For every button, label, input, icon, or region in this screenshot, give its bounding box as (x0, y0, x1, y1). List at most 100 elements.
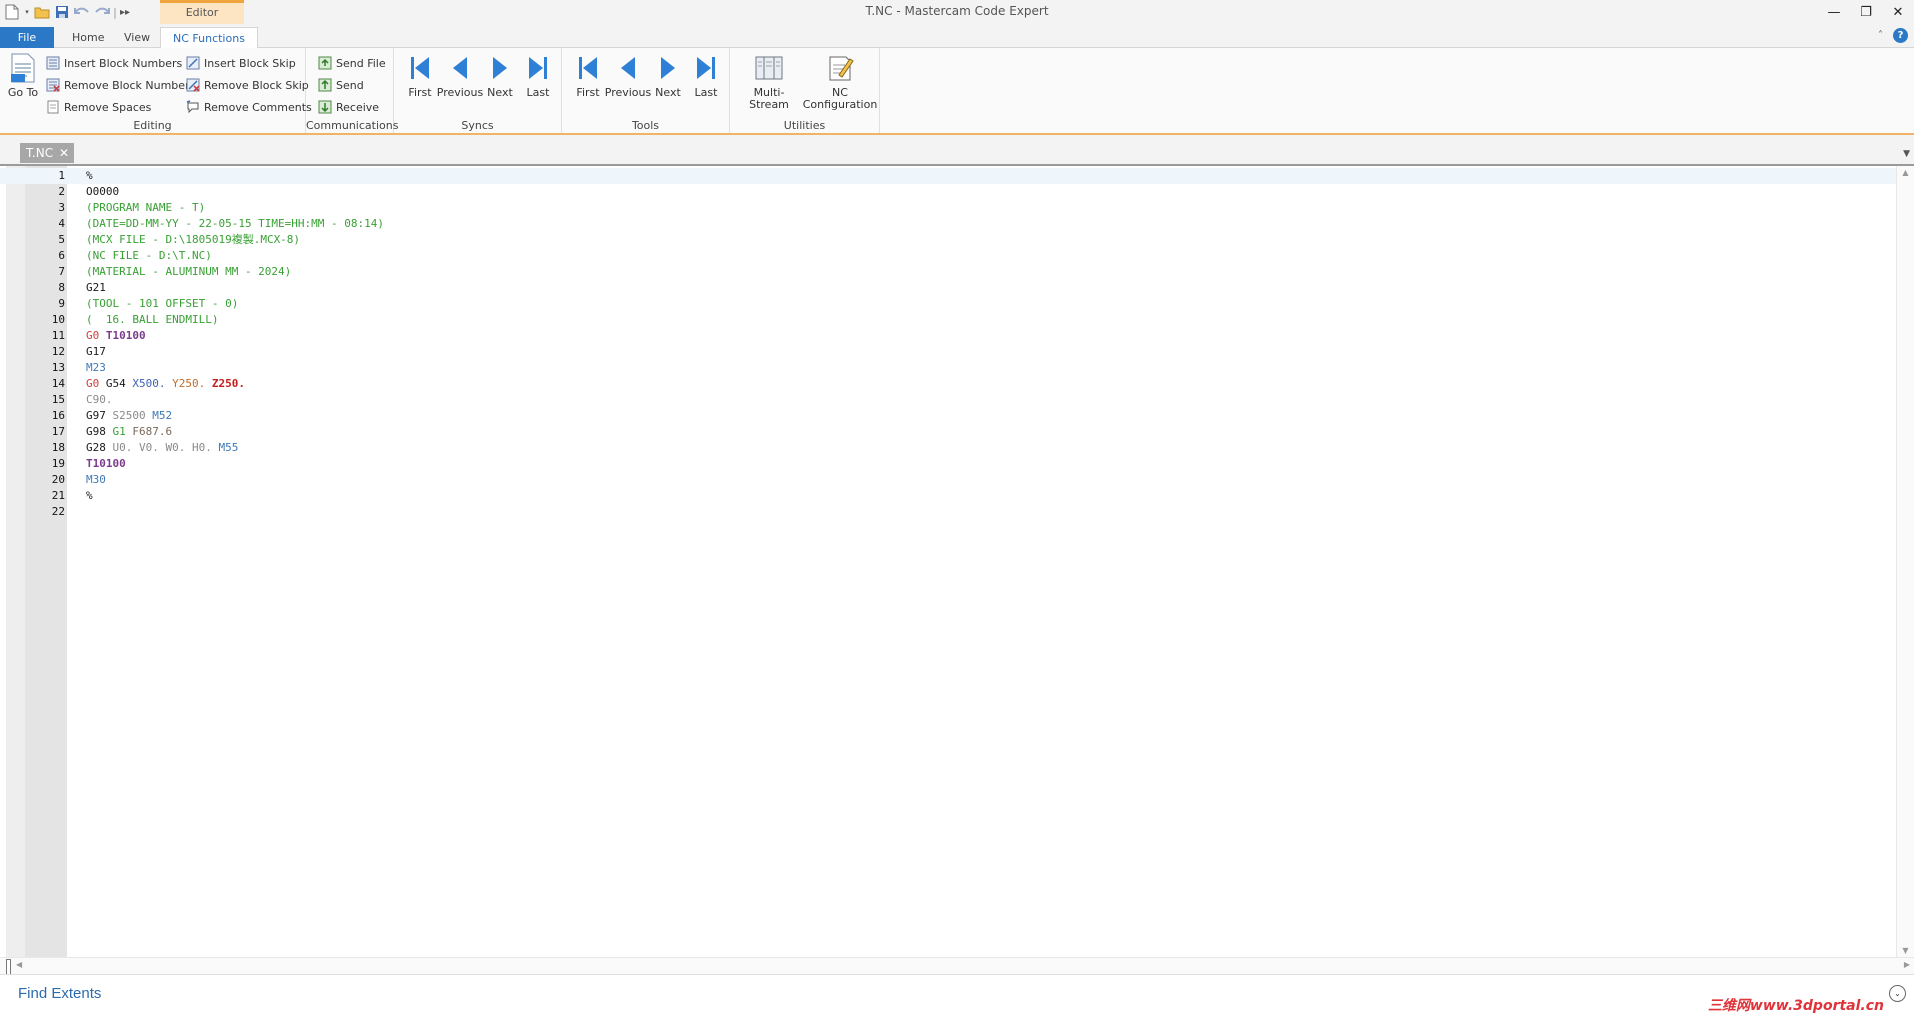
code-token: % (86, 169, 93, 182)
minimize-button[interactable]: — (1818, 0, 1850, 24)
line-number: 14 (51, 377, 65, 390)
tab-nc-functions[interactable]: NC Functions (160, 27, 258, 49)
code-token: M30 (86, 473, 106, 486)
code-line[interactable]: 9 (TOOL - 101 OFFSET - 0) (0, 296, 1897, 312)
multi-stream-icon (753, 52, 785, 84)
code-line[interactable]: 11 G0 T10100 (0, 328, 1897, 344)
syncs-next-button[interactable]: Next (482, 52, 518, 99)
code-line[interactable]: 5 (MCX FILE - D:\1805019複製.MCX-8) (0, 232, 1897, 248)
save-icon[interactable] (54, 4, 70, 20)
help-icon[interactable]: ? (1893, 28, 1908, 43)
remove-comments-button[interactable]: Remove Comments (186, 98, 312, 116)
dropdown-arrow-icon[interactable]: ▾ (24, 4, 30, 20)
line-number: 12 (51, 345, 65, 358)
send-button[interactable]: Send (318, 76, 364, 94)
syncs-last-label: Last (526, 86, 550, 99)
code-token: (NC FILE - D:\T.NC) (86, 249, 212, 262)
code-line[interactable]: 17 G98 G1 F687.6 (0, 424, 1897, 440)
line-code: G98 G1 F687.6 (86, 424, 172, 440)
line-code: G17 (86, 344, 106, 360)
receive-icon (318, 100, 332, 114)
line-number: 3 (58, 201, 65, 214)
window-controls: — ❐ ✕ (1818, 0, 1914, 24)
remove-spaces-button[interactable]: Remove Spaces (46, 98, 151, 116)
code-token: G98 (86, 425, 113, 438)
remove-block-numbers-icon (46, 78, 60, 92)
close-tab-icon[interactable]: ✕ (59, 143, 69, 163)
line-code: (PROGRAM NAME - T) (86, 200, 205, 216)
insert-block-numbers-button[interactable]: Insert Block Numbers (46, 54, 182, 72)
code-line[interactable]: 3 (PROGRAM NAME - T) (0, 200, 1897, 216)
code-line[interactable]: 13 M23 (0, 360, 1897, 376)
close-button[interactable]: ✕ (1882, 0, 1914, 24)
code-line[interactable]: 4 (DATE=DD-MM-YY - 22-05-15 TIME=HH:MM - … (0, 216, 1897, 232)
new-file-icon[interactable] (4, 4, 20, 20)
restore-button[interactable]: ❐ (1850, 0, 1882, 24)
scroll-right-icon[interactable]: ▶ (1904, 960, 1910, 969)
open-folder-icon[interactable] (34, 4, 50, 20)
remove-block-numbers-button[interactable]: Remove Block Numbers (46, 76, 195, 94)
line-code: ( 16. BALL ENDMILL) (86, 312, 218, 328)
group-label-editing: Editing (133, 119, 172, 132)
code-line[interactable]: 2 O0000 (0, 184, 1897, 200)
nc-configuration-button[interactable]: NC Configuration (803, 52, 877, 111)
code-token: T10100 (105, 329, 146, 342)
tools-next-button[interactable]: Next (650, 52, 686, 99)
code-line[interactable]: 14 G0 G54 X500. Y250. Z250. (0, 376, 1897, 392)
syncs-first-button[interactable]: First (402, 52, 438, 99)
code-line[interactable]: 18 G28 U0. V0. W0. H0. M55 (0, 440, 1897, 456)
code-line[interactable]: 19 T10100 (0, 456, 1897, 472)
first-icon (404, 52, 436, 84)
tools-first-button[interactable]: First (570, 52, 606, 99)
insert-block-skip-button[interactable]: Insert Block Skip (186, 54, 296, 72)
code-line[interactable]: 20 M30 (0, 472, 1897, 488)
horizontal-scrollbar[interactable]: ◀ ▶ (0, 957, 1914, 975)
tools-first-label: First (576, 86, 600, 99)
code-token: M55 (218, 441, 239, 454)
multi-stream-button[interactable]: Multi-Stream (736, 52, 802, 111)
go-to-icon (7, 52, 39, 84)
remove-block-skip-button[interactable]: Remove Block Skip (186, 76, 309, 94)
scroll-down-icon[interactable]: ▼ (1897, 946, 1914, 955)
tab-list-dropdown-icon[interactable]: ▼ (1903, 149, 1910, 159)
undo-icon[interactable] (74, 4, 90, 20)
find-extents-link[interactable]: Find Extents (18, 985, 101, 1002)
collapse-ribbon-icon[interactable]: ˄ (1878, 30, 1883, 41)
document-tab[interactable]: T.NC ✕ (20, 143, 74, 163)
code-line[interactable]: 22 (0, 504, 1897, 520)
receive-button[interactable]: Receive (318, 98, 379, 116)
code-token: (MCX FILE - D:\1805019複製.MCX-8) (86, 233, 301, 246)
code-line[interactable]: 8 G21 (0, 280, 1897, 296)
remove-block-skip-icon (186, 78, 200, 92)
code-editor[interactable]: 1% 2 O0000 3 (PROGRAM NAME - T) 4 (DATE=DD-MM-… (0, 164, 1914, 957)
code-line[interactable]: 21% (0, 488, 1897, 504)
go-to-button[interactable]: Go To (4, 52, 42, 99)
expand-panel-icon[interactable]: ⌄ (1889, 985, 1906, 1002)
tab-file[interactable]: File (0, 27, 54, 48)
line-code: % (86, 168, 93, 184)
send-file-button[interactable]: Send File (318, 54, 386, 72)
customize-toolbar-icon[interactable]: ▸▸ (120, 4, 130, 20)
vertical-scrollbar[interactable]: ▲ ▼ (1896, 166, 1914, 957)
code-token: Z250. (211, 377, 245, 390)
tab-home[interactable]: Home (60, 27, 116, 48)
horizontal-scroll-thumb[interactable] (6, 959, 11, 975)
scroll-up-icon[interactable]: ▲ (1897, 168, 1914, 177)
syncs-last-button[interactable]: Last (520, 52, 556, 99)
line-number: 22 (51, 505, 65, 518)
code-line[interactable]: 7 (MATERIAL - ALUMINUM MM - 2024) (0, 264, 1897, 280)
tools-previous-button[interactable]: Previous (603, 52, 653, 99)
redo-icon[interactable] (94, 4, 110, 20)
code-token: M52 (152, 409, 173, 422)
code-line[interactable]: 6 (NC FILE - D:\T.NC) (0, 248, 1897, 264)
tools-last-button[interactable]: Last (688, 52, 724, 99)
code-line[interactable]: 15 C90. (0, 392, 1897, 408)
code-line[interactable]: 16 G97 S2500 M52 (0, 408, 1897, 424)
code-line[interactable]: 10 ( 16. BALL ENDMILL) (0, 312, 1897, 328)
tab-view[interactable]: View (112, 27, 162, 48)
code-line[interactable]: 12 G17 (0, 344, 1897, 360)
syncs-previous-button[interactable]: Previous (435, 52, 485, 99)
scroll-left-icon[interactable]: ◀ (16, 960, 22, 969)
code-line[interactable]: 1% (0, 168, 1897, 184)
line-number: 16 (51, 409, 65, 422)
